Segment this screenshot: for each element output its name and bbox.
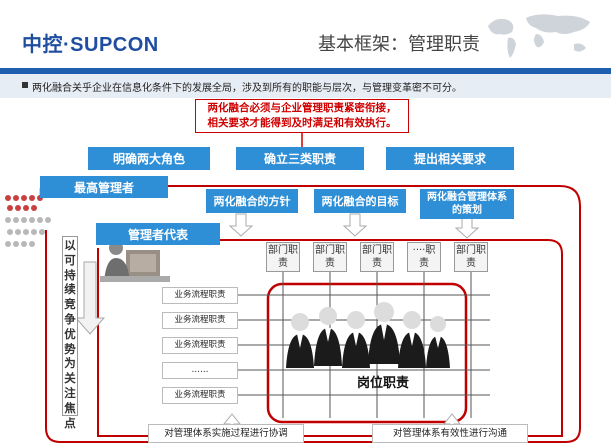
communication-note: 对管理体系有效性进行沟通 — [372, 424, 528, 443]
focus-vertical-label: 以可持续竞争优势为关注焦点 — [62, 236, 78, 430]
business-process-responsibility: 业务流程职责 — [162, 337, 238, 354]
department-responsibility: 部门职责 — [454, 242, 488, 272]
team-figures-icon — [286, 302, 450, 368]
business-process-responsibility: 业务流程职责 — [162, 312, 238, 329]
department-responsibility: 部门职责 — [313, 242, 347, 272]
role-management-representative: 管理者代表 — [96, 223, 220, 245]
pillar-define-roles: 明确两大角色 — [88, 147, 210, 170]
item-system-planning: 两化融合管理体系的策划 — [420, 189, 514, 219]
item-policy: 两化融合的方针 — [206, 189, 298, 213]
business-process-responsibility: 业务流程职责 — [162, 287, 238, 304]
crowd-figures-icon — [5, 195, 51, 247]
diagram-frame — [39, 133, 581, 443]
coordination-note: 对管理体系实施过程进行协调 — [148, 424, 304, 443]
post-responsibility-label: 岗位职责 — [356, 376, 409, 391]
business-process-ellipsis: …… — [162, 362, 238, 379]
department-responsibility: 部门职责 — [266, 242, 300, 272]
role-top-management: 最高管理者 — [40, 176, 168, 198]
item-objectives: 两化融合的目标 — [314, 189, 406, 213]
pillar-requirements: 提出相关要求 — [386, 147, 514, 170]
department-responsibility: ····职责 — [407, 242, 441, 272]
business-process-responsibility: 业务流程职责 — [162, 387, 238, 404]
pillar-three-responsibilities: 确立三类职责 — [236, 147, 364, 170]
department-responsibility: 部门职责 — [360, 242, 394, 272]
